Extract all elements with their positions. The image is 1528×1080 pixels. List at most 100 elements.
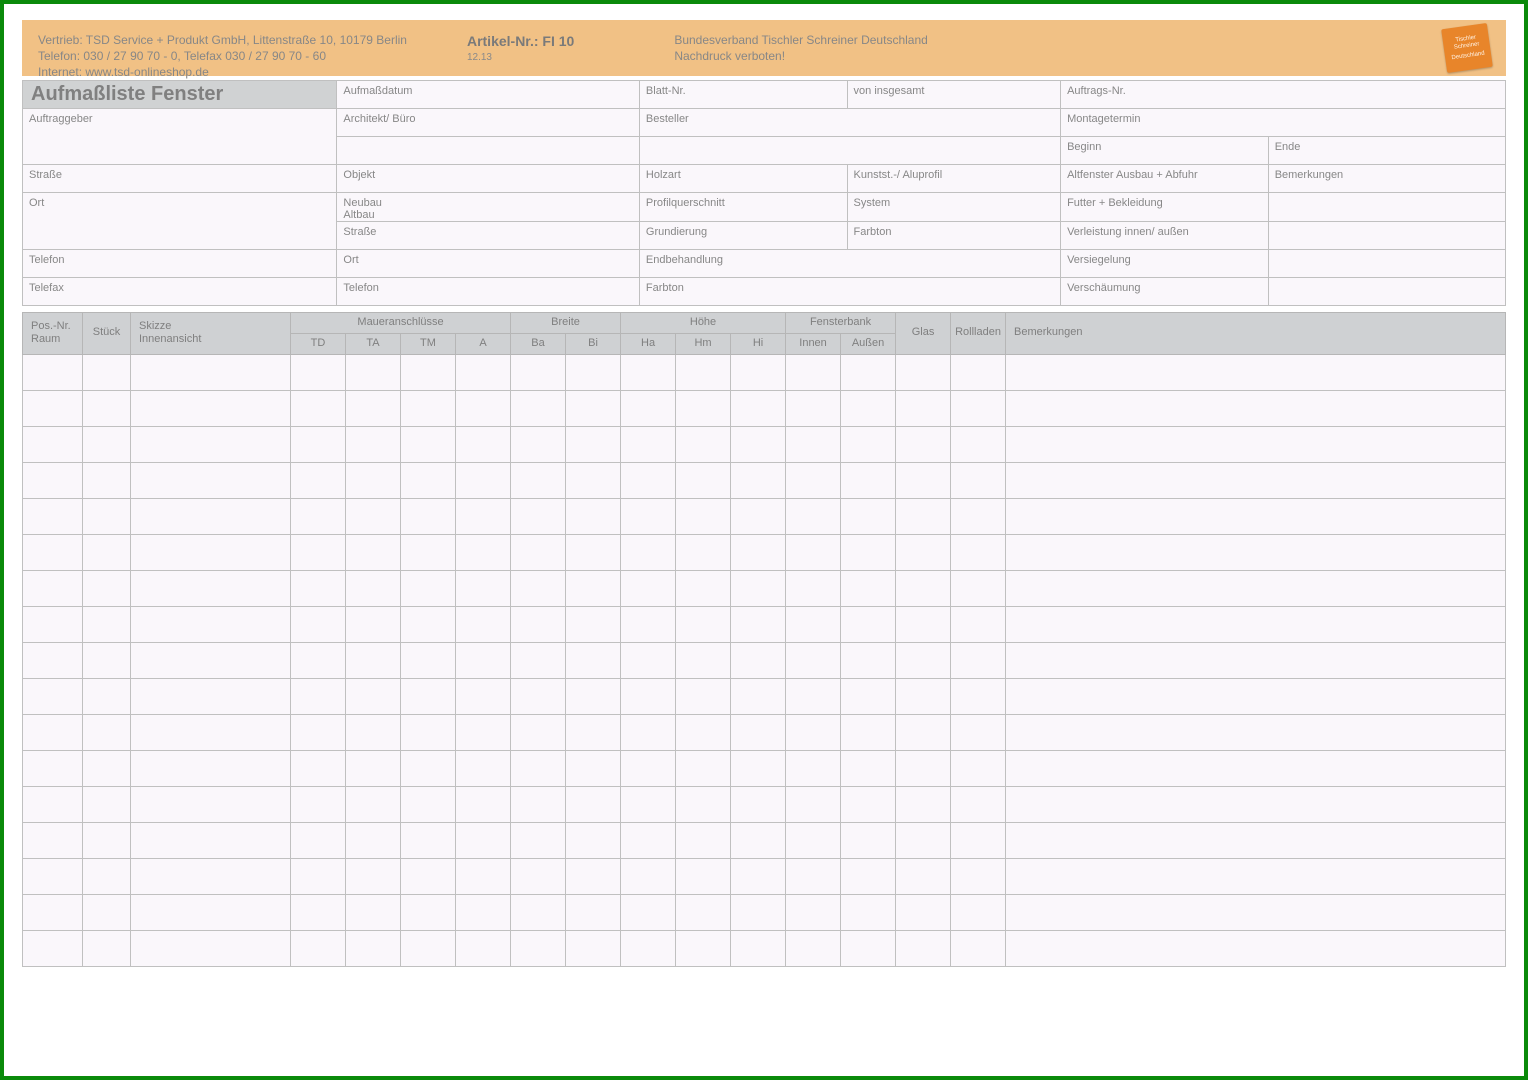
grid-cell[interactable] — [951, 462, 1006, 498]
grid-cell[interactable] — [1006, 714, 1506, 750]
grid-cell[interactable] — [23, 426, 83, 462]
grid-cell[interactable] — [896, 534, 951, 570]
grid-cell[interactable] — [83, 894, 131, 930]
grid-cell[interactable] — [83, 786, 131, 822]
grid-cell[interactable] — [401, 930, 456, 966]
grid-cell[interactable] — [456, 714, 511, 750]
grid-cell[interactable] — [731, 426, 786, 462]
grid-cell[interactable] — [676, 426, 731, 462]
grid-cell[interactable] — [131, 822, 291, 858]
grid-cell[interactable] — [131, 534, 291, 570]
grid-cell[interactable] — [401, 678, 456, 714]
grid-cell[interactable] — [621, 642, 676, 678]
grid-cell[interactable] — [131, 642, 291, 678]
grid-cell[interactable] — [841, 714, 896, 750]
grid-cell[interactable] — [346, 462, 401, 498]
grid-cell[interactable] — [131, 498, 291, 534]
grid-cell[interactable] — [621, 678, 676, 714]
grid-cell[interactable] — [786, 894, 841, 930]
field-auftraggeber-value[interactable] — [23, 137, 337, 165]
grid-cell[interactable] — [951, 930, 1006, 966]
grid-cell[interactable] — [731, 498, 786, 534]
grid-cell[interactable] — [456, 750, 511, 786]
grid-cell[interactable] — [401, 750, 456, 786]
grid-cell[interactable] — [566, 678, 621, 714]
grid-cell[interactable] — [786, 786, 841, 822]
grid-cell[interactable] — [346, 498, 401, 534]
grid-cell[interactable] — [786, 534, 841, 570]
field-auftrags-nr[interactable]: Auftrags-Nr. — [1061, 81, 1506, 109]
grid-cell[interactable] — [1006, 426, 1506, 462]
grid-cell[interactable] — [786, 822, 841, 858]
grid-cell[interactable] — [346, 642, 401, 678]
grid-cell[interactable] — [456, 534, 511, 570]
grid-cell[interactable] — [511, 714, 566, 750]
grid-cell[interactable] — [566, 534, 621, 570]
grid-cell[interactable] — [896, 642, 951, 678]
grid-cell[interactable] — [131, 570, 291, 606]
grid-cell[interactable] — [676, 858, 731, 894]
grid-cell[interactable] — [566, 858, 621, 894]
grid-cell[interactable] — [621, 390, 676, 426]
grid-cell[interactable] — [83, 750, 131, 786]
grid-cell[interactable] — [896, 606, 951, 642]
grid-cell[interactable] — [841, 750, 896, 786]
grid-cell[interactable] — [621, 786, 676, 822]
grid-cell[interactable] — [566, 786, 621, 822]
grid-cell[interactable] — [291, 786, 346, 822]
grid-cell[interactable] — [291, 858, 346, 894]
grid-cell[interactable] — [456, 570, 511, 606]
field-grundierung[interactable]: Grundierung — [639, 222, 847, 250]
field-besteller-value[interactable] — [639, 137, 1060, 165]
grid-cell[interactable] — [401, 390, 456, 426]
grid-cell[interactable] — [131, 930, 291, 966]
grid-cell[interactable] — [346, 822, 401, 858]
grid-cell[interactable] — [456, 426, 511, 462]
grid-cell[interactable] — [291, 714, 346, 750]
grid-cell[interactable] — [676, 750, 731, 786]
field-ende[interactable]: Ende — [1268, 137, 1505, 165]
grid-cell[interactable] — [731, 858, 786, 894]
grid-cell[interactable] — [621, 606, 676, 642]
grid-cell[interactable] — [291, 606, 346, 642]
grid-cell[interactable] — [83, 534, 131, 570]
grid-cell[interactable] — [786, 606, 841, 642]
field-strasse[interactable]: Straße — [23, 165, 337, 193]
grid-cell[interactable] — [401, 426, 456, 462]
grid-cell[interactable] — [23, 822, 83, 858]
grid-cell[interactable] — [23, 498, 83, 534]
field-farbton2[interactable]: Farbton — [639, 278, 1060, 306]
grid-cell[interactable] — [511, 930, 566, 966]
grid-cell[interactable] — [23, 642, 83, 678]
grid-cell[interactable] — [841, 570, 896, 606]
grid-cell[interactable] — [511, 390, 566, 426]
grid-cell[interactable] — [511, 750, 566, 786]
grid-cell[interactable] — [1006, 642, 1506, 678]
field-verschaeumung[interactable]: Verschäumung — [1061, 278, 1269, 306]
grid-cell[interactable] — [456, 894, 511, 930]
grid-cell[interactable] — [896, 894, 951, 930]
grid-cell[interactable] — [896, 498, 951, 534]
grid-cell[interactable] — [23, 354, 83, 390]
grid-cell[interactable] — [786, 570, 841, 606]
grid-cell[interactable] — [131, 786, 291, 822]
grid-cell[interactable] — [83, 822, 131, 858]
grid-cell[interactable] — [83, 462, 131, 498]
grid-cell[interactable] — [841, 354, 896, 390]
grid-cell[interactable] — [23, 678, 83, 714]
grid-cell[interactable] — [676, 678, 731, 714]
grid-cell[interactable] — [621, 714, 676, 750]
field-beginn[interactable]: Beginn — [1061, 137, 1269, 165]
field-aufmassdatum[interactable]: Aufmaßdatum — [337, 81, 640, 109]
grid-cell[interactable] — [346, 426, 401, 462]
field-telefax[interactable]: Telefax — [23, 278, 337, 306]
grid-cell[interactable] — [951, 714, 1006, 750]
grid-cell[interactable] — [291, 678, 346, 714]
grid-cell[interactable] — [131, 750, 291, 786]
grid-cell[interactable] — [1006, 570, 1506, 606]
grid-cell[interactable] — [131, 606, 291, 642]
grid-cell[interactable] — [951, 498, 1006, 534]
grid-cell[interactable] — [511, 642, 566, 678]
grid-cell[interactable] — [456, 498, 511, 534]
grid-cell[interactable] — [23, 858, 83, 894]
